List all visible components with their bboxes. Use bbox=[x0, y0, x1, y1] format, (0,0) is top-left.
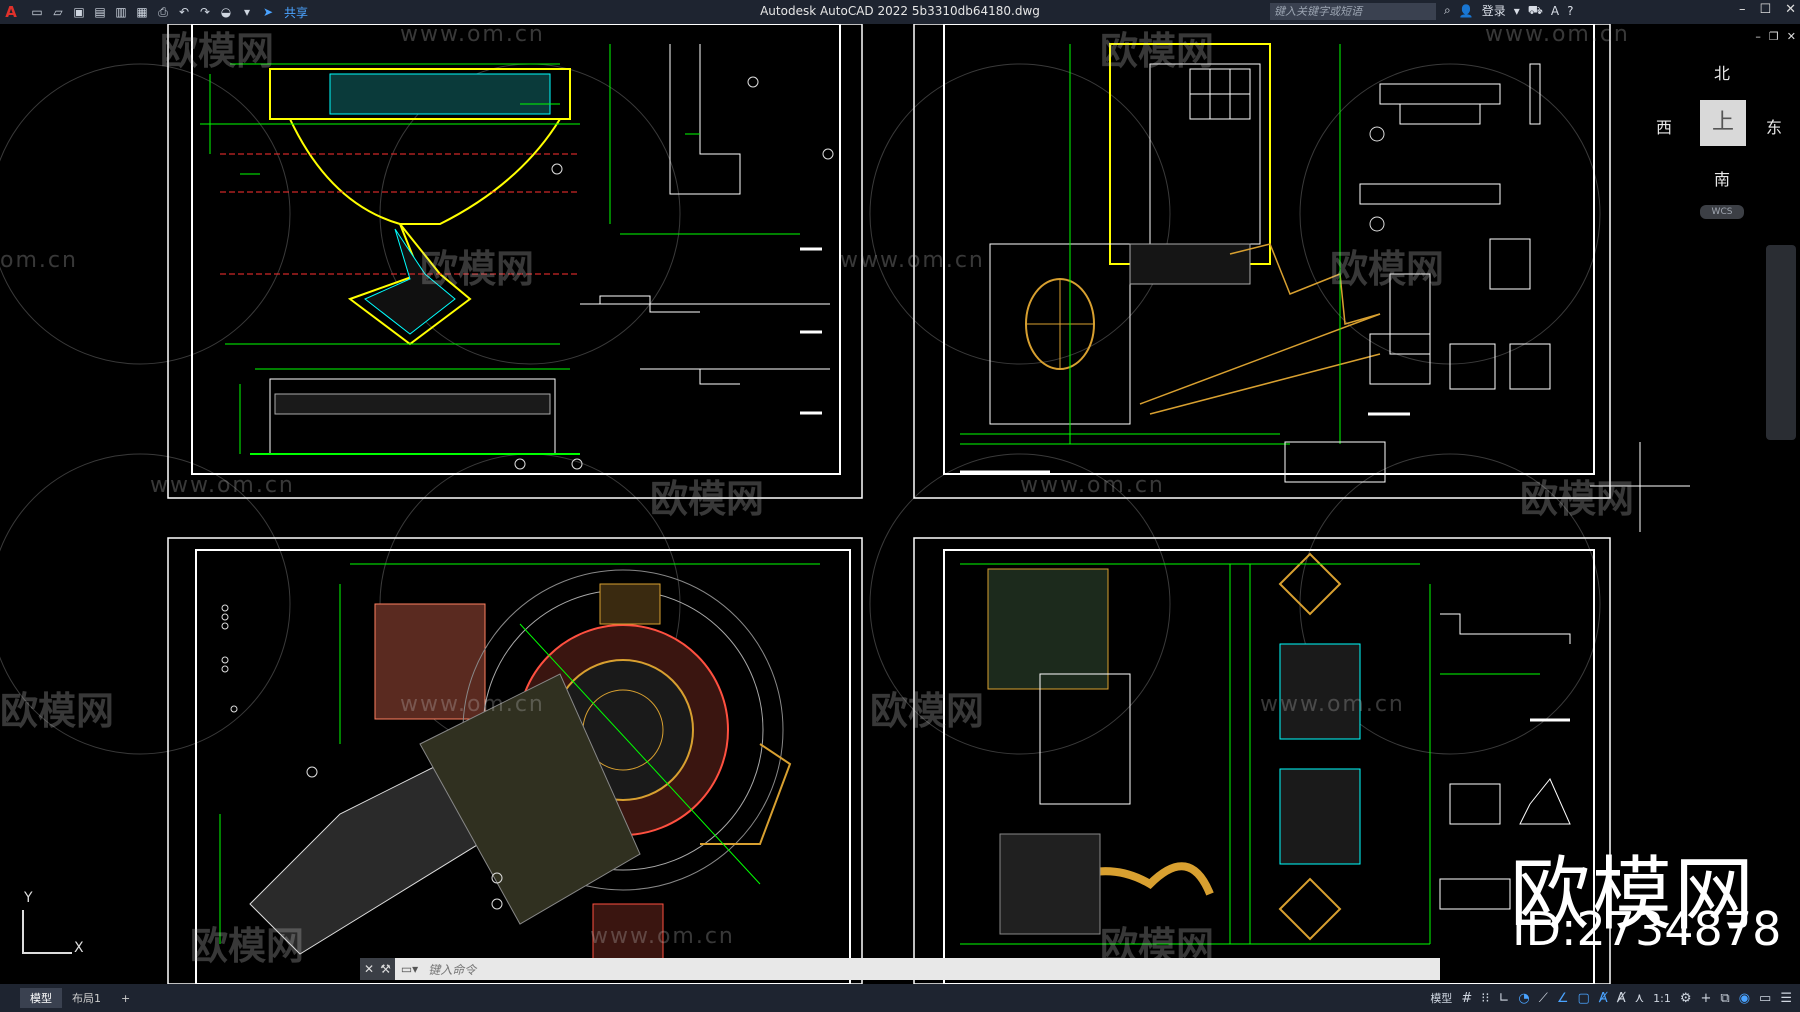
quick-access-toolbar: ▭ ▱ ▣ ▤ ▥ ▦ ⎙ ↶ ↷ ◒ ▾ ➤ 共享 bbox=[28, 4, 308, 21]
crosshair-cursor bbox=[1590, 442, 1690, 532]
sheet-bottom-left bbox=[167, 537, 863, 984]
account-tools: ⌕ 👤 登录 ▾ ⛟ A ? bbox=[1444, 2, 1573, 19]
sheet-bottom-right bbox=[913, 537, 1611, 984]
tab-layout1[interactable]: 布局1 bbox=[62, 988, 111, 1008]
polar-icon[interactable]: ◔ bbox=[1518, 991, 1529, 1006]
grid-icon[interactable]: # bbox=[1461, 991, 1472, 1006]
workspace-icon[interactable]: ◒ bbox=[217, 4, 235, 20]
gear-icon[interactable]: ⚙ bbox=[1680, 991, 1692, 1006]
sheet-top-right bbox=[913, 24, 1611, 499]
share-icon[interactable]: ➤ bbox=[259, 4, 277, 20]
login-button[interactable]: 登录 bbox=[1482, 2, 1506, 19]
command-line: ✕ ⚒ ▭▾ 键入命令 bbox=[360, 958, 1440, 980]
ucs-x-label: X bbox=[74, 940, 84, 956]
cart-icon[interactable]: ⛟ bbox=[1528, 3, 1543, 19]
annotation-scale-value[interactable]: 1:1 bbox=[1653, 992, 1671, 1005]
hardware-acceleration-icon[interactable]: ◉ bbox=[1739, 991, 1750, 1006]
dropdown-icon[interactable]: ▾ bbox=[238, 4, 256, 20]
tab-model[interactable]: 模型 bbox=[20, 988, 62, 1008]
wcs-menu[interactable]: WCS bbox=[1700, 205, 1744, 219]
viewcube-west[interactable]: 西 bbox=[1656, 114, 1672, 138]
maximize-icon[interactable]: ☐ bbox=[1759, 2, 1771, 17]
command-input[interactable]: 键入命令 bbox=[428, 961, 476, 978]
new-file-icon[interactable]: ▭ bbox=[28, 4, 46, 20]
viewcube-south[interactable]: 南 bbox=[1714, 166, 1730, 190]
viewcube-top-face[interactable]: 上 bbox=[1700, 100, 1746, 146]
brand-overlay-id: ID:2734878 bbox=[1512, 902, 1782, 956]
publish-icon[interactable]: ▥ bbox=[112, 4, 130, 20]
isodraft-icon[interactable]: ⟋ bbox=[1539, 991, 1548, 1006]
recent-commands-icon[interactable]: ▭▾ bbox=[401, 962, 418, 976]
save-as-icon[interactable]: ▤ bbox=[91, 4, 109, 20]
autocad-logo[interactable]: A bbox=[0, 3, 22, 21]
sheet-top-left bbox=[167, 24, 863, 499]
annotation-scale-icon[interactable]: ⋏ bbox=[1635, 991, 1645, 1006]
undo-icon[interactable]: ↶ bbox=[175, 4, 193, 20]
status-toolbar: 模型 # ⁝⁝ ∟ ◔ ⟋ ∠ ▢ Ⱥ Ⱥ ⋏ 1:1 ⚙ + ⧉ ◉ ▭ ☰ bbox=[1430, 990, 1792, 1006]
clean-screen-icon[interactable]: ▭ bbox=[1759, 991, 1771, 1006]
save-icon[interactable]: ▣ bbox=[70, 4, 88, 20]
viewcube-east[interactable]: 东 bbox=[1766, 114, 1782, 138]
title-bar: A ▭ ▱ ▣ ▤ ▥ ▦ ⎙ ↶ ↷ ◒ ▾ ➤ 共享 Autodesk Au… bbox=[0, 0, 1800, 24]
share-button[interactable]: 共享 bbox=[284, 4, 308, 21]
menu-icon[interactable]: ☰ bbox=[1780, 991, 1792, 1006]
customize-icon[interactable]: ⚒ bbox=[380, 962, 391, 976]
help-icon[interactable]: ? bbox=[1567, 4, 1573, 18]
auto-scale-icon[interactable]: Ⱥ bbox=[1617, 991, 1626, 1006]
minimize-icon[interactable]: – bbox=[1739, 2, 1746, 17]
search-input[interactable]: 键入关键字或短语 bbox=[1270, 3, 1436, 20]
user-icon[interactable]: 👤 bbox=[1459, 4, 1474, 18]
plot-icon[interactable]: ⎙ bbox=[154, 4, 172, 20]
model-space-button[interactable]: 模型 bbox=[1430, 990, 1452, 1006]
isolate-objects-icon[interactable]: ⧉ bbox=[1720, 991, 1729, 1006]
chevron-down-icon[interactable]: ▾ bbox=[1514, 4, 1520, 18]
redo-icon[interactable]: ↷ bbox=[196, 4, 214, 20]
annotation-visibility-icon[interactable]: Ⱥ bbox=[1599, 991, 1608, 1006]
add-layout-button[interactable]: + bbox=[111, 990, 140, 1007]
plus-icon[interactable]: + bbox=[1701, 991, 1712, 1006]
close-icon[interactable]: ✕ bbox=[364, 962, 374, 976]
autodesk-app-icon[interactable]: A bbox=[1551, 4, 1559, 18]
ortho-icon[interactable]: ∟ bbox=[1498, 991, 1509, 1006]
search-icon[interactable]: ⌕ bbox=[1444, 3, 1451, 18]
object-snap-icon[interactable]: ▢ bbox=[1578, 991, 1590, 1006]
snap-icon[interactable]: ⁝⁝ bbox=[1481, 991, 1489, 1006]
ucs-y-label: Y bbox=[24, 890, 33, 906]
command-line-controls: ✕ ⚒ bbox=[360, 958, 395, 980]
object-snap-tracking-icon[interactable]: ∠ bbox=[1557, 991, 1569, 1006]
viewcube-north[interactable]: 北 bbox=[1714, 60, 1730, 84]
export-icon[interactable]: ▦ bbox=[133, 4, 151, 20]
navigation-bar[interactable] bbox=[1766, 245, 1796, 440]
window-controls: – ☐ ✕ bbox=[1739, 2, 1796, 17]
status-bar: 模型 布局1 + 模型 # ⁝⁝ ∟ ◔ ⟋ ∠ ▢ Ⱥ Ⱥ ⋏ 1:1 ⚙ +… bbox=[0, 984, 1800, 1012]
open-file-icon[interactable]: ▱ bbox=[49, 4, 67, 20]
close-icon[interactable]: ✕ bbox=[1785, 2, 1796, 17]
